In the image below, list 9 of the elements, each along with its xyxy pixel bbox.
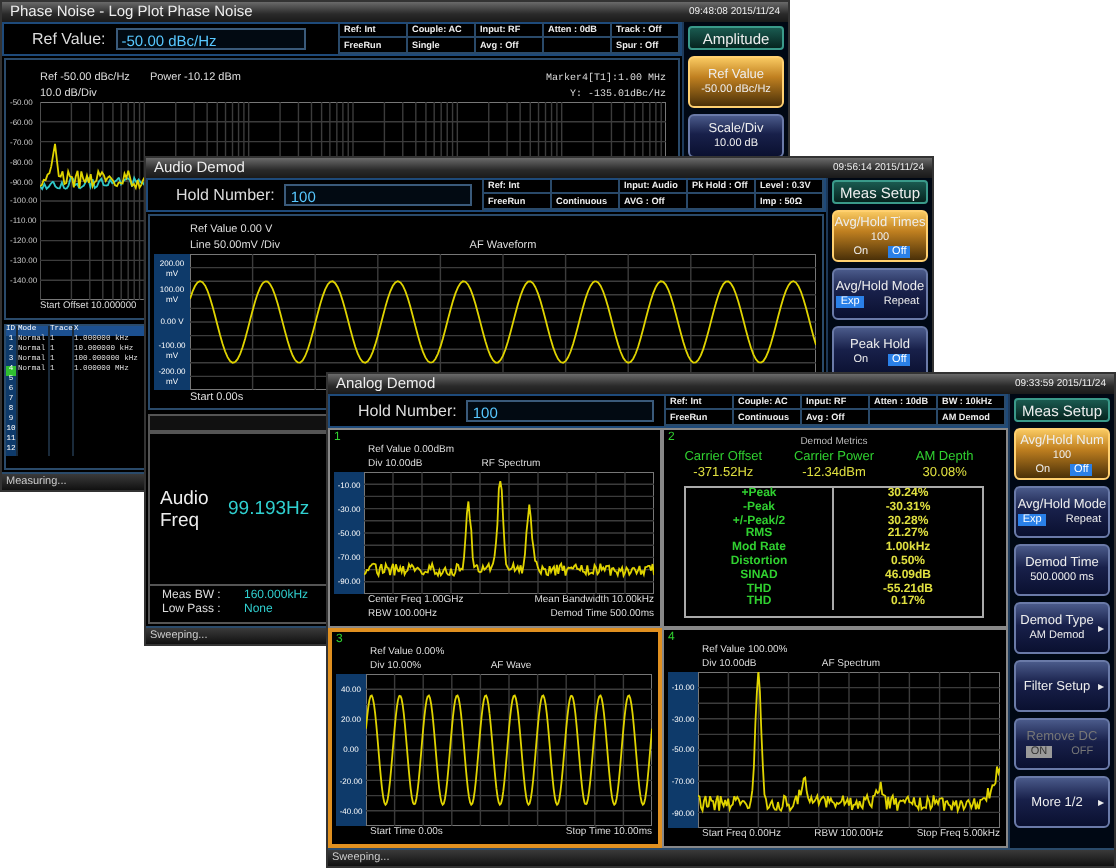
measurement-value: 99.193Hz [228, 498, 310, 520]
field-label: Hold Number: [358, 402, 457, 420]
field-label: Ref Value: [32, 30, 106, 48]
status-cell [544, 38, 612, 54]
field-label: Hold Number: [176, 186, 275, 204]
status-cell [870, 410, 938, 426]
status-cell [688, 194, 756, 210]
status-cell [552, 178, 620, 194]
measurement-label: Audio Freq [160, 487, 211, 531]
